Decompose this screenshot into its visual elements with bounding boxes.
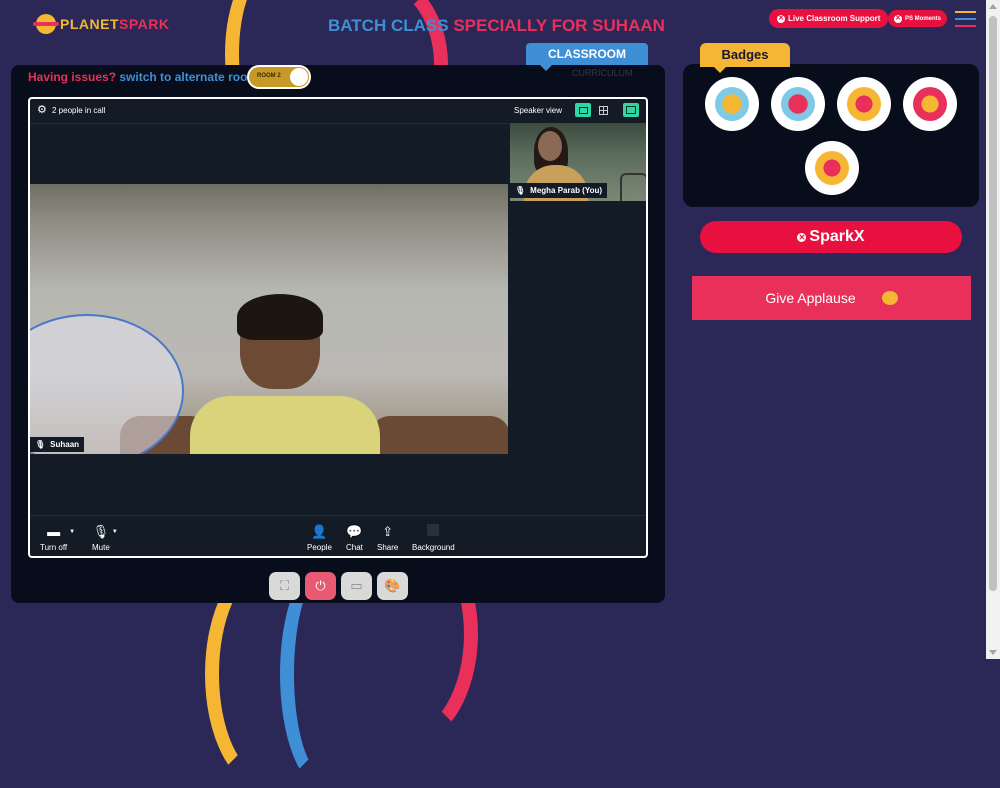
camera-toggle-button[interactable]: ▬ ▼ Turn off xyxy=(40,524,76,552)
robot-badge[interactable] xyxy=(805,141,859,195)
page-scrollbar[interactable] xyxy=(986,0,1000,659)
robot-badge-icon xyxy=(815,151,849,185)
people-label: People xyxy=(307,543,332,552)
fullscreen-button[interactable]: ⛶ xyxy=(269,572,300,600)
hero-badge-icon xyxy=(781,87,815,121)
leave-class-button[interactable]: ⏻ xyxy=(305,572,336,600)
planet-logo-icon xyxy=(33,14,59,34)
picture-in-picture-icon[interactable] xyxy=(623,103,639,117)
planetspark-logo[interactable]: PLANETSPARK xyxy=(33,14,170,34)
sparkx-icon: ✕ xyxy=(797,232,807,242)
speaker-view-icon[interactable] xyxy=(575,103,591,117)
participant-name-tag: 🎙 Suhaan xyxy=(30,437,85,452)
ps-moments-button[interactable]: ✕ PS Moments xyxy=(888,10,948,27)
camera-icon: ▬ ▼ xyxy=(47,524,76,539)
gear-icon[interactable]: ⚙ xyxy=(37,104,49,116)
sofa-image xyxy=(370,416,508,454)
chat-button[interactable]: 💬 Chat xyxy=(346,524,363,552)
tab-classroom[interactable]: CLASSROOM xyxy=(526,43,648,71)
people-in-call-count: 2 people in call xyxy=(52,106,106,115)
participant-name: Suhaan xyxy=(50,440,80,449)
grid-view-icon[interactable] xyxy=(596,103,610,117)
page-title-part1: BATCH CLASS xyxy=(328,16,449,35)
alternate-room-prompt: Having issues? switch to alternate room xyxy=(28,70,258,84)
mute-label: Mute xyxy=(92,543,110,552)
chevron-down-icon: ▼ xyxy=(69,529,76,535)
people-button[interactable]: 👤 People xyxy=(307,524,332,552)
power-icon: ⏻ xyxy=(315,578,326,593)
badges-tab[interactable]: Badges xyxy=(700,43,790,73)
logo-text: PLANETSPARK xyxy=(60,16,170,32)
call-controls-bar: ▬ ▼ Turn off 🎙 ▼ Mute 👤 People 💬 Chat ⇪ Sh… xyxy=(30,515,646,556)
speaker-view-label: Speaker view xyxy=(514,106,563,115)
moments-label: PS Moments xyxy=(905,15,942,22)
self-name: Megha Parab (You) xyxy=(530,186,603,195)
close-circle-icon: ✕ xyxy=(777,14,785,23)
share-icon: ⇪ xyxy=(382,524,394,539)
background-label: Background xyxy=(412,543,455,552)
clapping-hands-icon xyxy=(881,291,898,305)
net-image xyxy=(30,314,184,454)
whiteboard-button[interactable]: 🎨 xyxy=(377,572,408,600)
support-label: Live Classroom Support xyxy=(788,14,881,23)
share-button[interactable]: ⇪ Share xyxy=(377,524,398,552)
background-button[interactable]: Background xyxy=(412,524,455,552)
hamburger-menu-icon[interactable] xyxy=(955,11,976,32)
trophy-badge-icon xyxy=(715,87,749,121)
classroom-action-bar: ⛶ ⏻ ▭ 🎨 xyxy=(269,572,408,600)
idea-badge[interactable] xyxy=(903,77,957,131)
room-toggle-label: ROOM 2 xyxy=(257,73,281,79)
page-title-part2: SPECIALLY FOR SUHAAN xyxy=(453,16,665,35)
scroll-up-arrow-icon[interactable] xyxy=(989,4,997,9)
camera-toggle-label: Turn off xyxy=(40,543,68,552)
palette-icon: 🎨 xyxy=(384,578,401,593)
scrollbar-thumb[interactable] xyxy=(989,16,997,591)
sparkx-button[interactable]: ✕ SparkX xyxy=(700,221,962,253)
having-issues-text: Having issues? xyxy=(28,70,117,84)
chat-icon: 💬 xyxy=(346,524,363,539)
chair-image xyxy=(620,173,646,201)
rocket-badge-icon xyxy=(847,87,881,121)
background-icon xyxy=(412,524,455,540)
applause-label: Give Applause xyxy=(765,290,856,306)
video-call-frame: ⚙ 2 people in call Speaker view 🎙 Suhaan… xyxy=(28,97,648,558)
screen-share-button[interactable]: ▭ xyxy=(341,572,372,600)
mute-button[interactable]: 🎙 ▼ Mute xyxy=(92,524,118,552)
fullscreen-icon: ⛶ xyxy=(279,578,290,593)
self-name-tag: 🎙 Megha Parab (You) xyxy=(510,183,608,198)
chevron-down-icon: ▼ xyxy=(111,529,118,535)
page-title: BATCH CLASS SPECIALLY FOR SUHAAN xyxy=(328,16,665,36)
close-circle-icon: ✕ xyxy=(894,14,902,23)
idea-badge-icon xyxy=(913,87,947,121)
switch-room-link[interactable]: switch to alternate room xyxy=(119,70,258,84)
give-applause-button[interactable]: Give Applause xyxy=(692,276,971,320)
tab-curriculum[interactable]: CURRICULUM xyxy=(572,68,633,78)
call-top-bar: ⚙ 2 people in call Speaker view xyxy=(30,99,646,124)
participant-hair-image xyxy=(237,294,323,340)
toggle-knob xyxy=(290,68,308,86)
share-label: Share xyxy=(377,543,399,552)
microphone-icon: 🎙 xyxy=(35,440,46,449)
live-classroom-support-button[interactable]: ✕ Live Classroom Support xyxy=(769,9,889,28)
scroll-down-arrow-icon[interactable] xyxy=(989,650,997,655)
hero-badge[interactable] xyxy=(771,77,825,131)
screen-icon: ▭ xyxy=(350,578,363,593)
microphone-icon: 🎙 xyxy=(515,186,526,195)
sparkx-label: SparkX xyxy=(809,228,865,245)
room-toggle[interactable]: ROOM 2 xyxy=(247,65,311,89)
participant-head-image xyxy=(538,131,562,161)
people-icon: 👤 xyxy=(311,524,328,539)
rocket-badge[interactable] xyxy=(837,77,891,131)
microphone-icon: 🎙 ▼ xyxy=(92,524,118,539)
trophy-badge[interactable] xyxy=(705,77,759,131)
main-video-feed xyxy=(30,184,508,454)
participant-body-image xyxy=(190,396,380,454)
chat-label: Chat xyxy=(346,543,363,552)
